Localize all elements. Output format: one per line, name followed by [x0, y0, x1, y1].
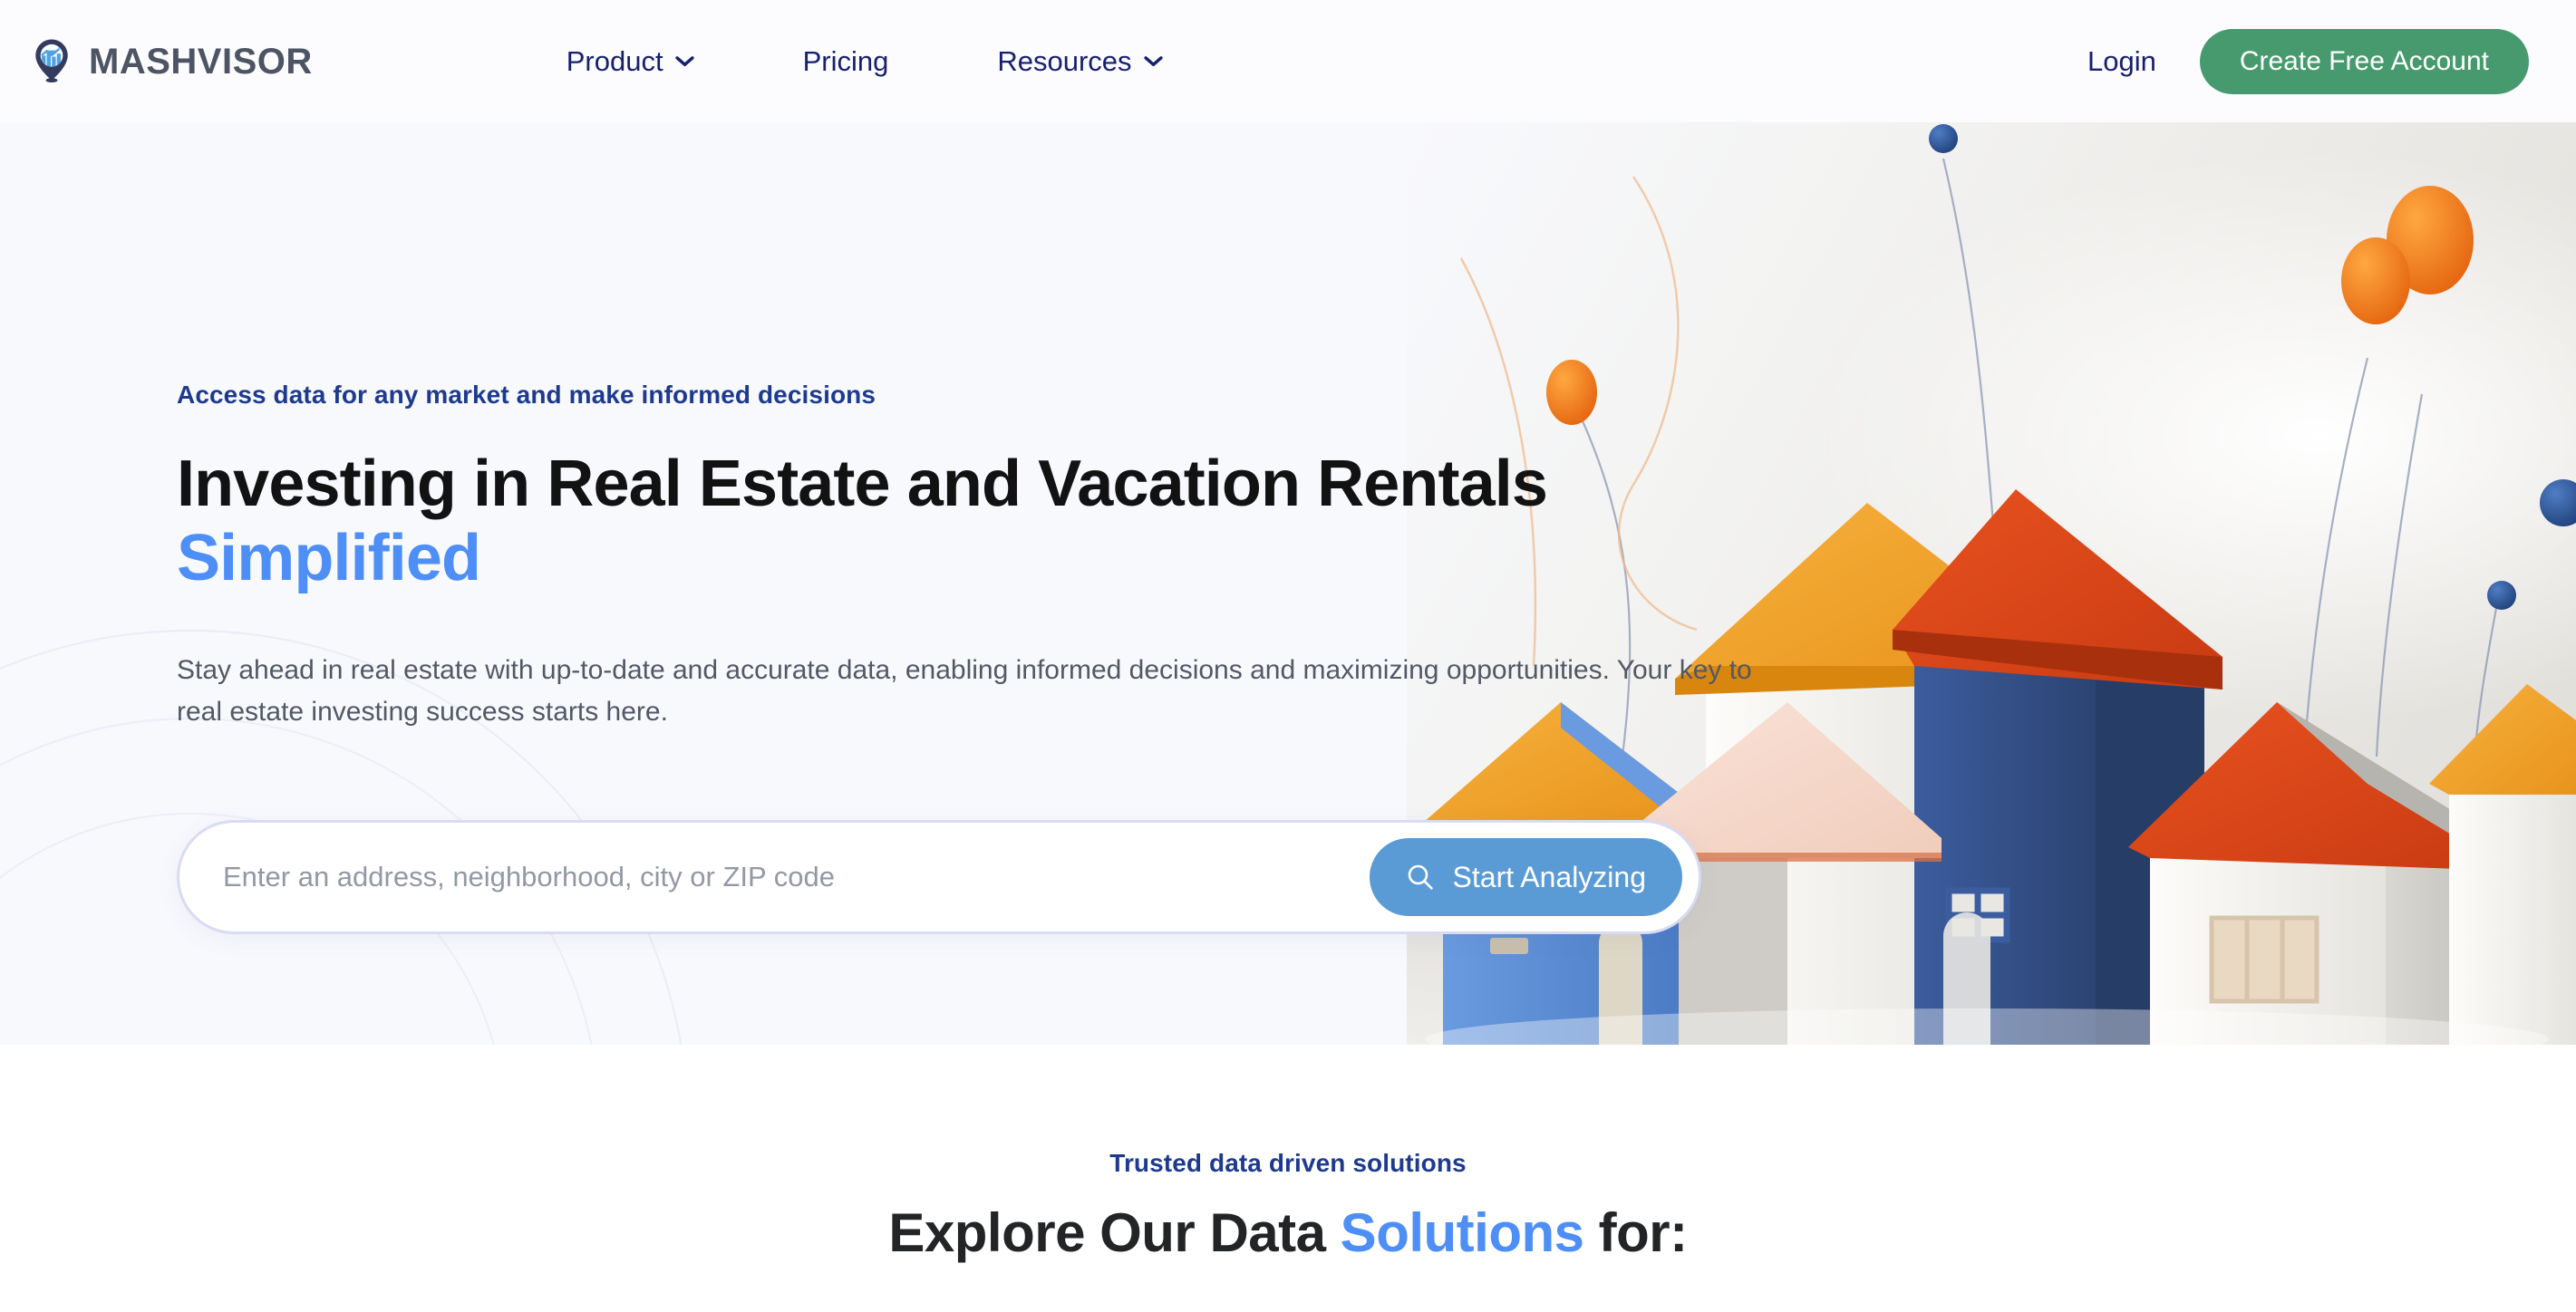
hero-content: Access data for any market and make info…: [177, 122, 1752, 1045]
nav-item-product-label: Product: [566, 44, 663, 77]
start-analyzing-label: Start Analyzing: [1452, 860, 1646, 893]
hero-description: Stay ahead in real estate with up-to-dat…: [177, 655, 1752, 727]
start-analyzing-button[interactable]: Start Analyzing: [1369, 838, 1682, 916]
hero-eyebrow: Access data for any market and make info…: [177, 381, 876, 409]
brand-logo[interactable]: MASHVISOR: [27, 37, 313, 86]
hero-headline: Investing in Real Estate and Vacation Re…: [177, 447, 1548, 595]
nav-item-resources[interactable]: Resources: [943, 45, 1216, 78]
login-link[interactable]: Login: [2087, 45, 2156, 78]
solutions-section: Trusted data driven solutions Explore Ou…: [0, 1045, 2576, 1312]
chevron-down-icon: [674, 55, 694, 67]
solutions-title-prefix: Explore Our Data: [888, 1202, 1341, 1263]
solutions-eyebrow: Trusted data driven solutions: [1109, 1149, 1467, 1177]
solutions-title-accent: Solutions: [1340, 1202, 1584, 1263]
hero-section: Access data for any market and make info…: [0, 122, 2576, 1045]
solutions-title: Explore Our Data Solutions for:: [0, 1201, 2576, 1264]
hero-search-bar: Start Analyzing: [177, 820, 1701, 934]
nav-item-pricing-label: Pricing: [802, 44, 889, 77]
hero-headline-line1: Investing in Real Estate and Vacation Re…: [177, 448, 1548, 520]
map-pin-chart-icon: [27, 37, 76, 86]
brand-wordmark: MASHVISOR: [89, 41, 313, 82]
nav-item-pricing[interactable]: Pricing: [749, 45, 944, 78]
create-free-account-button[interactable]: Create Free Account: [2199, 28, 2529, 94]
top-navigation-bar: MASHVISOR Product Pricing Resources Logi…: [0, 0, 2576, 122]
primary-nav-links: Product Pricing Resources: [512, 45, 1217, 78]
solutions-title-suffix: for:: [1583, 1202, 1688, 1263]
nav-item-resources-label: Resources: [997, 44, 1132, 77]
nav-actions: Login Create Free Account: [2087, 28, 2529, 94]
hero-headline-line2: Simplified: [177, 522, 481, 595]
search-icon: [1406, 863, 1435, 892]
nav-item-product[interactable]: Product: [512, 45, 749, 78]
chevron-down-icon: [1143, 55, 1163, 67]
search-input[interactable]: [223, 823, 1370, 931]
